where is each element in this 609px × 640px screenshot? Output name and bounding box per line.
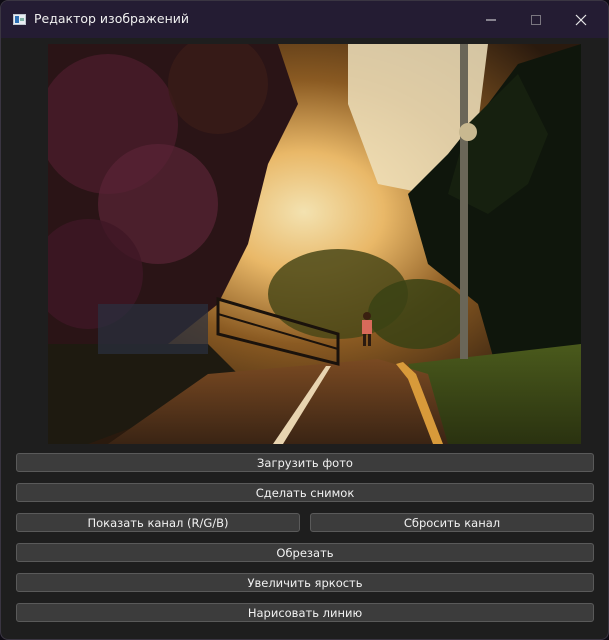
- load-photo-button[interactable]: Загрузить фото: [16, 453, 594, 472]
- app-icon: [13, 14, 26, 25]
- increase-brightness-button[interactable]: Увеличить яркость: [16, 573, 594, 592]
- title-bar[interactable]: Редактор изображений: [1, 1, 608, 38]
- window-title: Редактор изображений: [34, 11, 190, 26]
- take-snapshot-button[interactable]: Сделать снимок: [16, 483, 594, 502]
- park-photo: [48, 44, 581, 444]
- maximize-icon: [531, 14, 541, 25]
- draw-line-button[interactable]: Нарисовать линию: [16, 603, 594, 622]
- close-icon: [575, 14, 587, 25]
- app-window: Редактор изображений Загрузить фото Сдел…: [0, 0, 609, 640]
- close-button[interactable]: [558, 1, 604, 38]
- reset-channel-button[interactable]: Сбросить канал: [310, 513, 594, 532]
- image-preview[interactable]: [48, 44, 581, 444]
- minimize-button[interactable]: [468, 1, 514, 38]
- minimize-icon: [486, 19, 496, 20]
- show-channel-button[interactable]: Показать канал (R/G/B): [16, 513, 300, 532]
- crop-button[interactable]: Обрезать: [16, 543, 594, 562]
- maximize-button[interactable]: [513, 1, 559, 38]
